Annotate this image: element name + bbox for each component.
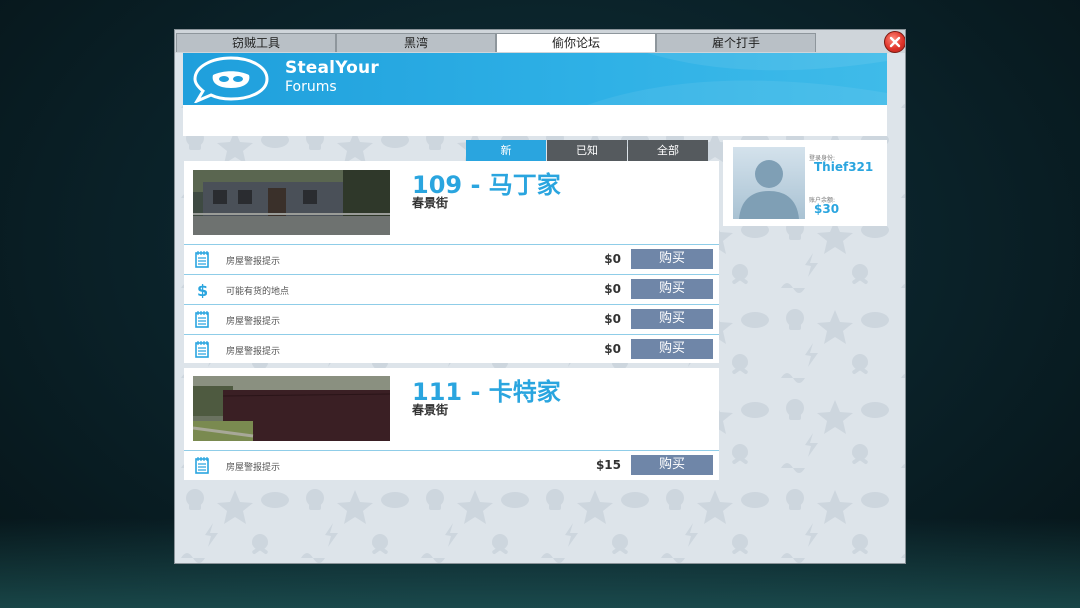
row-label: 房屋警报提示 <box>226 317 281 327</box>
list-item: 房屋警报提示 $0 购买 <box>184 304 719 334</box>
tab-black-bay[interactable]: 黑湾 <box>336 33 496 52</box>
notepad-icon <box>195 251 209 268</box>
row-price: $15 <box>595 458 621 472</box>
close-button[interactable] <box>884 31 905 53</box>
house-listing: 111 - 卡特家 春景街 房屋警报提示 $15 购买 <box>184 368 719 480</box>
forum-header: StealYour Forums <box>183 53 887 105</box>
list-item: 房屋警报提示 $0 购买 <box>184 244 719 274</box>
header-swoosh <box>587 53 887 105</box>
buy-button[interactable]: 购买 <box>631 455 713 475</box>
listing-street: 春景街 <box>412 403 449 417</box>
row-label: 房屋警报提示 <box>226 463 281 473</box>
notepad-icon <box>195 311 209 328</box>
row-label: 可能有货的地点 <box>226 287 290 297</box>
thief-mask-logo-icon <box>193 56 269 103</box>
notepad-icon <box>195 341 209 358</box>
row-label: 房屋警报提示 <box>226 257 281 267</box>
list-item: 房屋警报提示 $0 购买 <box>184 334 719 364</box>
buy-button[interactable]: 购买 <box>631 309 713 329</box>
tab-thief-tools[interactable]: 窃贼工具 <box>176 33 336 52</box>
row-label: 房屋警报提示 <box>226 347 281 357</box>
row-price: $0 <box>604 312 621 326</box>
tab-bar: 窃贼工具 黑湾 偷你论坛 雇个打手 <box>175 30 905 53</box>
list-item: 房屋警报提示 $15 购买 <box>184 450 719 480</box>
tab-hire-a-thug[interactable]: 雇个打手 <box>656 33 816 52</box>
buy-button[interactable]: 购买 <box>631 339 713 359</box>
house-photo <box>193 170 390 235</box>
notepad-icon <box>195 457 209 474</box>
list-item: $ 可能有货的地点 $0 购买 <box>184 274 719 304</box>
house-photo <box>193 376 390 441</box>
logo-subtitle: Forums <box>285 79 337 95</box>
row-price: $0 <box>604 252 621 266</box>
forum-window: 窃贼工具 黑湾 偷你论坛 雇个打手 StealYour Forums 新 已知 … <box>174 29 906 564</box>
svg-text:$: $ <box>197 281 208 298</box>
filter-all-button[interactable]: 全部 <box>628 140 708 161</box>
username: Thief321 <box>814 160 874 174</box>
listing-street: 春景街 <box>412 196 449 210</box>
buy-button[interactable]: 购买 <box>631 279 713 299</box>
logo-title: StealYour <box>285 58 379 78</box>
buy-button[interactable]: 购买 <box>631 249 713 269</box>
row-price: $0 <box>604 282 621 296</box>
tab-steal-your-forums[interactable]: 偷你论坛 <box>496 33 656 52</box>
header-subbar <box>183 105 887 136</box>
account-balance: $30 <box>814 202 840 216</box>
dollar-icon: $ <box>197 281 208 298</box>
profile-card: 登录身份: Thief321 账户余额: $30 <box>723 140 887 226</box>
filter-new-button[interactable]: 新 <box>466 140 546 161</box>
filter-known-button[interactable]: 已知 <box>547 140 627 161</box>
avatar <box>733 147 805 219</box>
house-listing: 109 - 马丁家 春景街 房屋警报提示 $0 购买 $ 可能有货的地点 $0 … <box>184 161 719 363</box>
row-price: $0 <box>604 342 621 356</box>
close-icon <box>889 36 901 48</box>
